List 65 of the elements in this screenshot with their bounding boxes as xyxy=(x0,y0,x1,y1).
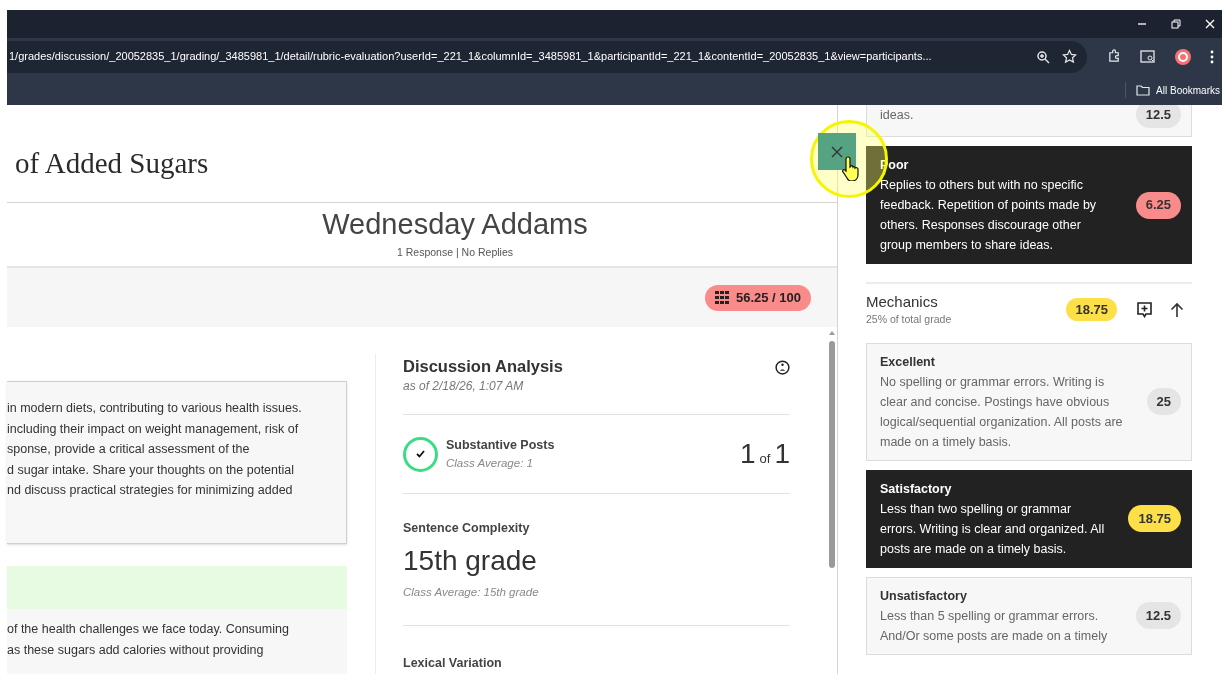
post-count: 1 xyxy=(740,437,756,472)
student-name: Wednesday Addams xyxy=(322,207,588,242)
info-icon[interactable] xyxy=(775,360,790,375)
scroll-up-icon[interactable] xyxy=(829,331,835,335)
rubric-level-card[interactable]: Satisfactory Less than two spelling or grammar errors. Writing is clear and organized. All posts are made on a timely basis. 18.75 xyxy=(866,469,1192,568)
prompt-text-line: d sugar intake. Share your thoughts on the potential xyxy=(7,461,295,479)
bookmarks-folder[interactable]: All Bookmarks xyxy=(1136,82,1220,98)
arrow-up-icon[interactable] xyxy=(1170,301,1184,318)
address-bar[interactable]: 1/grades/discussion/_20052835_1/grading/_3485981_1/detail/rubric-evaluation?userId=_221_1&columnId=_3485981_1&participantId=_221_1&contentId=_20052835_1&view=participants... xyxy=(7,40,1087,73)
level-description: Replies to others but with no specific feedback. Repetition of points made by others. Responses discourage other group members to share ideas. xyxy=(880,177,1098,254)
class-average: Class Average: 15th grade xyxy=(403,585,540,601)
grade-pill[interactable]: 56.25 / 100 xyxy=(704,284,811,311)
puzzle-icon[interactable] xyxy=(1107,49,1122,64)
media-icon[interactable] xyxy=(1140,49,1156,64)
response-stats: 1 Response | No Replies xyxy=(397,245,513,260)
class-average: Class Average: 1 xyxy=(446,456,534,472)
level-description: Less than 5 spelling or grammar errors. And/Or some posts are made on a timely xyxy=(880,607,1109,645)
rubric-level-card[interactable]: Excellent No spelling or grammar errors. Writing is clear and concise. Postings have obvious logical/sequential organization. All posts are made on a timely basis. 25 xyxy=(866,342,1192,461)
points-badge: 25 xyxy=(1146,388,1181,416)
level-description: ideas. xyxy=(880,106,915,124)
level-description: Less than two spelling or grammar errors. Writing is clear and organized. All posts are made on a timely basis. xyxy=(880,500,1106,558)
criterion-score: 18.75 xyxy=(1066,298,1117,322)
level-description: No spelling or grammar errors. Writing is clear and concise. Postings have obvious logical/sequential organization. All posts are made on a timely basis. xyxy=(880,373,1124,451)
add-comment-icon[interactable] xyxy=(1137,301,1152,318)
points-badge: 12.5 xyxy=(1135,602,1181,630)
of-label: of xyxy=(759,450,771,469)
grid-icon xyxy=(714,291,729,304)
star-icon[interactable] xyxy=(1062,49,1077,64)
restore-icon[interactable] xyxy=(1170,18,1182,30)
check-icon xyxy=(416,450,425,459)
metric-label: Lexical Variation xyxy=(403,656,502,670)
prompt-text-line: including their impact on weight management, risk of xyxy=(7,420,300,438)
level-title: Unsatisfactory xyxy=(880,587,968,605)
level-title: Satisfactory xyxy=(880,480,953,498)
page-title: of Added Sugars xyxy=(15,145,209,181)
analysis-timestamp: as of 2/18/26, 1:07 AM xyxy=(403,378,525,395)
metric-value: 15th grade xyxy=(403,544,538,579)
level-title: Excellent xyxy=(880,353,936,371)
prompt-text-line: nd discuss practical strategies for minimizing added xyxy=(7,482,294,499)
criterion-name: Mechanics xyxy=(866,292,939,312)
folder-icon xyxy=(1136,84,1151,96)
profile-avatar-icon[interactable] xyxy=(1174,47,1192,66)
rubric-level-card[interactable]: Unsatisfactory Less than 5 spelling or grammar errors. And/Or some posts are made on a timely 12.5 xyxy=(866,576,1192,655)
response-text-line: as these sugars add calories without providing xyxy=(7,641,265,659)
response-text-line: of the health challenges we face today. Consuming xyxy=(7,621,290,638)
metric-label: Substantive Posts xyxy=(446,437,556,455)
points-badge: 18.75 xyxy=(1128,505,1181,533)
criterion-weight: 25% of total grade xyxy=(866,312,953,327)
zoom-icon[interactable] xyxy=(1036,49,1050,64)
metric-label: Sentence Complexity xyxy=(403,520,531,538)
points-badge: 12.5 xyxy=(1135,105,1181,128)
close-icon[interactable] xyxy=(1204,18,1216,30)
points-badge: 6.25 xyxy=(1135,191,1181,219)
post-total: 1 xyxy=(774,437,790,472)
hand-cursor-icon xyxy=(842,155,862,181)
close-button[interactable] xyxy=(818,133,856,170)
rubric-level-card[interactable]: ideas. 12.5 xyxy=(866,105,1192,137)
analysis-title: Discussion Analysis xyxy=(403,356,563,377)
prompt-text-line: in modern diets, contributing to various health issues. xyxy=(7,400,303,417)
url-text: 1/grades/discussion/_20052835_1/grading/_3485981_1/detail/rubric-evaluation?userId=_221_1&columnId=_3485981_1&participantId=_221_1&contentId=_20052835_1&view=participants... xyxy=(9,49,933,65)
bookmarks-label: All Bookmarks xyxy=(1156,83,1220,98)
scrollbar-thumb[interactable] xyxy=(829,341,835,568)
prompt-text-line: sponse, provide a critical assessment of the xyxy=(7,441,251,458)
menu-icon[interactable] xyxy=(1210,49,1214,64)
close-icon xyxy=(831,145,843,158)
